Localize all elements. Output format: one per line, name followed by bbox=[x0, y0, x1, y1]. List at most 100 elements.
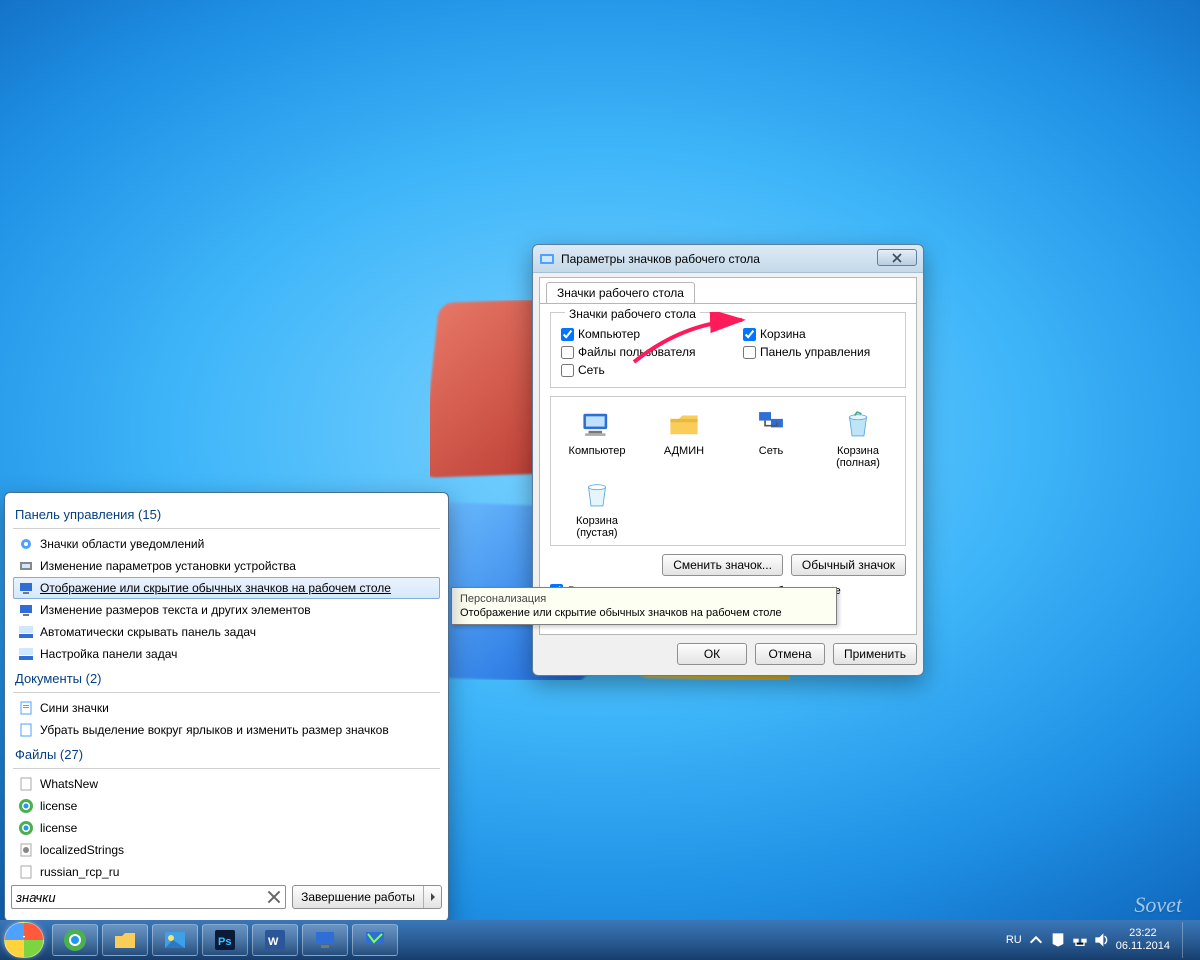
apply-button[interactable]: Применить bbox=[833, 643, 917, 665]
check-computer-input[interactable] bbox=[561, 328, 574, 341]
check-control-panel[interactable]: Панель управления bbox=[743, 345, 895, 359]
search-box[interactable] bbox=[11, 885, 286, 909]
preview-recycle-full[interactable]: Корзина (полная) bbox=[818, 405, 898, 469]
tooltip-title: Персонализация bbox=[460, 592, 828, 606]
svg-text:W: W bbox=[268, 936, 279, 948]
check-user-files[interactable]: Файлы пользователя bbox=[561, 345, 713, 359]
taskbar-photoshop[interactable]: Ps bbox=[202, 924, 248, 956]
result-item[interactable]: russian_rcp_ru bbox=[13, 861, 440, 879]
check-recycle-bin[interactable]: Корзина bbox=[743, 327, 895, 341]
lang-indicator[interactable]: RU bbox=[1006, 934, 1022, 946]
result-item[interactable]: Сини значки bbox=[13, 697, 440, 719]
volume-icon[interactable] bbox=[1094, 932, 1110, 948]
taskbar-chrome[interactable] bbox=[52, 924, 98, 956]
tooltip-body: Отображение или скрытие обычных значков … bbox=[460, 606, 828, 620]
result-item[interactable]: Изменение параметров установки устройств… bbox=[13, 555, 440, 577]
close-button[interactable] bbox=[877, 249, 917, 266]
recycle-full-icon bbox=[838, 405, 878, 443]
check-network[interactable]: Сеть bbox=[561, 363, 713, 377]
dialog-title: Параметры значков рабочего стола bbox=[561, 252, 760, 266]
computer-icon bbox=[577, 405, 617, 443]
tooltip: Персонализация Отображение или скрытие о… bbox=[451, 587, 837, 625]
check-recycle-bin-input[interactable] bbox=[743, 328, 756, 341]
result-item[interactable]: license bbox=[13, 795, 440, 817]
gear-icon bbox=[18, 536, 34, 552]
check-computer[interactable]: Компьютер bbox=[561, 327, 713, 341]
network-icon bbox=[751, 405, 791, 443]
result-item[interactable]: WhatsNew bbox=[13, 773, 440, 795]
result-item[interactable]: license bbox=[13, 817, 440, 839]
restore-default-button[interactable]: Обычный значок bbox=[791, 554, 906, 576]
preview-network[interactable]: Сеть bbox=[731, 405, 811, 469]
monitor-icon bbox=[18, 602, 34, 618]
result-item[interactable]: Изменение размеров текста и других элеме… bbox=[13, 599, 440, 621]
taskbar-photos[interactable] bbox=[152, 924, 198, 956]
tray-date: 06.11.2014 bbox=[1116, 940, 1170, 953]
shutdown-button[interactable]: Завершение работы bbox=[292, 885, 442, 909]
preview-computer-label: Компьютер bbox=[569, 445, 626, 457]
dialog-content: Значки рабочего стола Значки рабочего ст… bbox=[539, 277, 917, 635]
monitor-icon bbox=[18, 580, 34, 596]
chevron-right-icon[interactable] bbox=[423, 886, 441, 908]
preview-recycle-empty[interactable]: Корзина (пустая) bbox=[557, 475, 637, 539]
result-item[interactable]: Убрать выделение вокруг ярлыков и измени… bbox=[13, 719, 440, 741]
result-item[interactable]: Автоматически скрывать панель задач bbox=[13, 621, 440, 643]
group-legend: Значки рабочего стола bbox=[565, 307, 700, 321]
taskbar-icon bbox=[18, 624, 34, 640]
cancel-button[interactable]: Отмена bbox=[755, 643, 825, 665]
preview-network-label: Сеть bbox=[759, 445, 783, 457]
check-network-input[interactable] bbox=[561, 364, 574, 377]
tray-chevron-up-icon[interactable] bbox=[1028, 932, 1044, 948]
taskbar-word[interactable]: W bbox=[252, 924, 298, 956]
preview-recycle-full-label: Корзина (полная) bbox=[818, 445, 898, 469]
search-results[interactable]: Панель управления (15) Значки области ув… bbox=[5, 499, 448, 879]
start-button[interactable] bbox=[4, 922, 44, 958]
search-bottom-bar: Завершение работы bbox=[11, 885, 442, 915]
tray-time: 23:22 bbox=[1116, 927, 1170, 940]
html-file-icon bbox=[18, 864, 34, 879]
taskbar[interactable]: Ps W RU 23:22 06.11.2014 bbox=[0, 920, 1200, 960]
preview-user-folder-label: АДМИН bbox=[664, 445, 704, 457]
doc-icon bbox=[18, 722, 34, 738]
preview-recycle-empty-label: Корзина (пустая) bbox=[557, 515, 637, 539]
result-item[interactable]: localizedStrings bbox=[13, 839, 440, 861]
section-control-panel: Панель управления (15) bbox=[13, 501, 440, 526]
icon-previews: Компьютер АДМИН Сеть Корзина (полная) Ко… bbox=[550, 396, 906, 546]
file-setting-icon bbox=[18, 842, 34, 858]
device-icon bbox=[18, 558, 34, 574]
dialog-footer: ОК Отмена Применить bbox=[539, 639, 917, 669]
clear-search-icon[interactable] bbox=[267, 890, 281, 904]
preview-computer[interactable]: Компьютер bbox=[557, 405, 637, 469]
system-tray[interactable]: RU 23:22 06.11.2014 bbox=[1006, 922, 1196, 958]
preview-user-folder[interactable]: АДМИН bbox=[644, 405, 724, 469]
group-desktop-icons: Значки рабочего стола Компьютер Корзина … bbox=[550, 312, 906, 388]
check-user-files-input[interactable] bbox=[561, 346, 574, 359]
result-item-selected[interactable]: Отображение или скрытие обычных значков … bbox=[13, 577, 440, 599]
ok-button[interactable]: ОК bbox=[677, 643, 747, 665]
tab-strip: Значки рабочего стола bbox=[540, 278, 916, 304]
result-item[interactable]: Настройка панели задач bbox=[13, 643, 440, 665]
taskbar-icon bbox=[18, 646, 34, 662]
chrome-icon bbox=[18, 798, 34, 814]
folder-icon bbox=[664, 405, 704, 443]
svg-text:Ps: Ps bbox=[218, 936, 231, 948]
result-item[interactable]: Значки области уведомлений bbox=[13, 533, 440, 555]
dialog-titlebar[interactable]: Параметры значков рабочего стола bbox=[533, 245, 923, 273]
section-files: Файлы (27) bbox=[13, 741, 440, 766]
tray-clock[interactable]: 23:22 06.11.2014 bbox=[1116, 927, 1170, 953]
file-icon bbox=[18, 776, 34, 792]
section-documents: Документы (2) bbox=[13, 665, 440, 690]
show-desktop-button[interactable] bbox=[1182, 922, 1192, 958]
action-center-icon[interactable] bbox=[1050, 932, 1066, 948]
dialog-icon bbox=[539, 251, 555, 267]
network-tray-icon[interactable] bbox=[1072, 932, 1088, 948]
change-icon-button[interactable]: Сменить значок... bbox=[662, 554, 783, 576]
check-control-panel-input[interactable] bbox=[743, 346, 756, 359]
taskbar-explorer[interactable] bbox=[102, 924, 148, 956]
chrome-icon bbox=[18, 820, 34, 836]
tab-desktop-icons[interactable]: Значки рабочего стола bbox=[546, 282, 695, 303]
recycle-empty-icon bbox=[577, 475, 617, 513]
taskbar-display-settings[interactable] bbox=[302, 924, 348, 956]
search-input[interactable] bbox=[16, 890, 267, 905]
taskbar-personalize[interactable] bbox=[352, 924, 398, 956]
